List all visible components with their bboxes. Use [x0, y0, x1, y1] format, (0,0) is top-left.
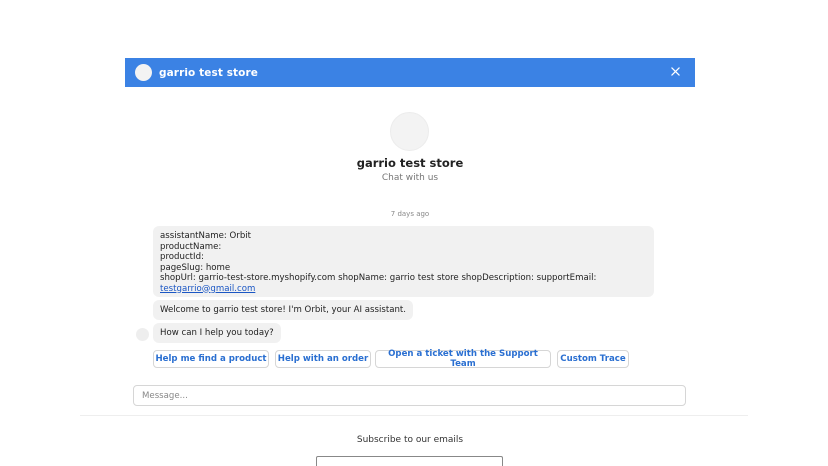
chat-header: garrio test store [125, 58, 695, 87]
welcome-message: Welcome to garrio test store! I'm Orbit,… [153, 300, 414, 320]
header-title: garrio test store [159, 66, 258, 79]
message-input[interactable] [133, 385, 686, 406]
support-email-link[interactable]: testgarrio@gmail.com [160, 284, 255, 294]
meta-line: productName: [160, 241, 222, 252]
store-title: garrio test store [356, 156, 464, 170]
meta-line: shopUrl: garrio-test-store.myshopify.com… [160, 273, 597, 283]
subscribe-heading: Subscribe to our emails [356, 435, 464, 445]
meta-line: assistantName: Orbit [160, 231, 252, 241]
close-icon-glyph [670, 67, 680, 76]
footer-divider [80, 415, 748, 416]
quick-reply-order-help[interactable]: Help with an order [275, 350, 371, 368]
header-avatar [135, 64, 152, 81]
quick-reply-custom-trace[interactable]: Custom Trace [557, 350, 629, 368]
close-icon[interactable] [668, 65, 682, 79]
quick-reply-find-product[interactable]: Help me find a product [153, 350, 269, 368]
meta-line: pageSlug: home [160, 262, 231, 273]
store-avatar [390, 112, 429, 151]
subscribe-email-field[interactable] [316, 456, 503, 466]
metadata-message: assistantName: Orbit productName: produc… [153, 226, 654, 297]
quick-reply-open-ticket[interactable]: Open a ticket with the Support Team [375, 349, 551, 369]
message-timestamp: 7 days ago [390, 210, 430, 218]
store-subtitle: Chat with us [381, 173, 439, 183]
meta-line: productId: [160, 252, 204, 262]
bot-avatar [136, 328, 149, 341]
help-message: How can I help you today? [153, 323, 281, 343]
